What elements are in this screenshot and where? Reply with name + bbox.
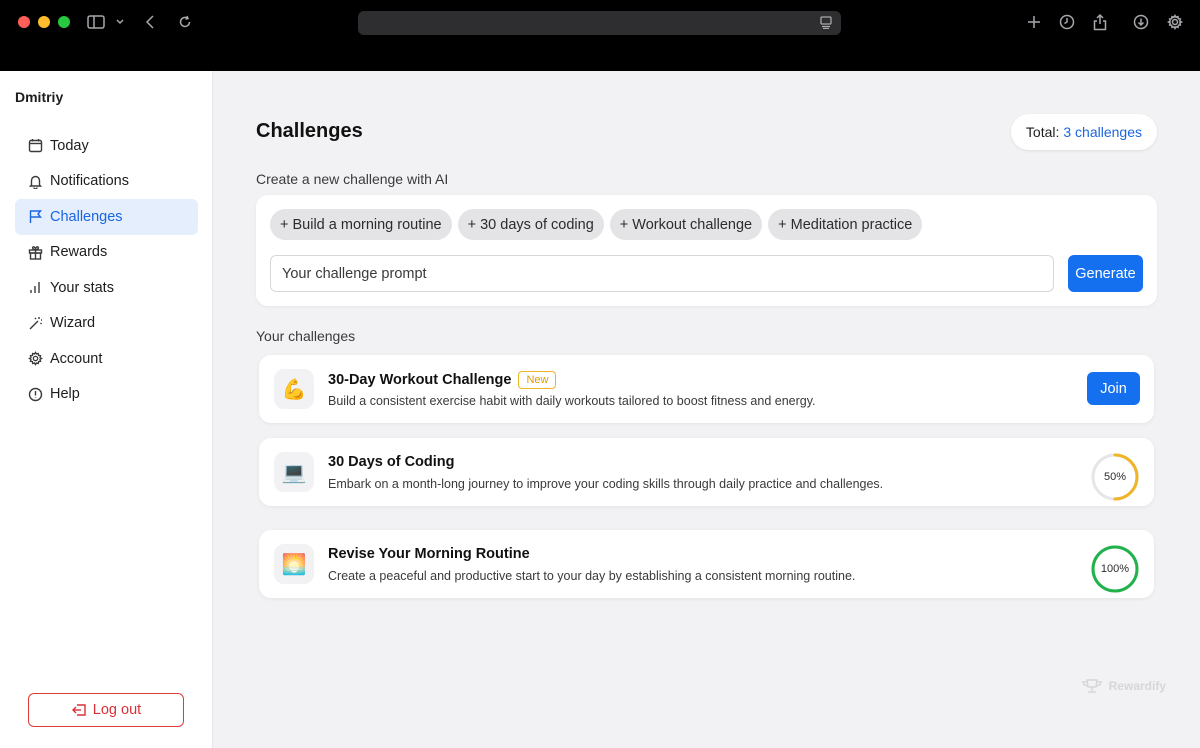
sidebar-item-wizard[interactable]: Wizard (15, 306, 198, 342)
brand-name: Rewardify (1108, 679, 1166, 693)
sidebar-item-account[interactable]: Account (15, 341, 198, 377)
challenge-title: 30-Day Workout Challenge New (328, 371, 557, 389)
browser-toolbar (0, 0, 1200, 71)
challenge-description: Build a consistent exercise habit with d… (328, 394, 816, 408)
sidebar-item-label: Challenges (50, 208, 123, 225)
suggestion-chip[interactable]: + Meditation practice (768, 209, 923, 240)
sidebar-item-notifications[interactable]: Notifications (15, 164, 198, 200)
flag-icon (27, 209, 43, 225)
logout-label: Log out (92, 702, 142, 718)
sidebar-item-help[interactable]: Help (15, 377, 198, 413)
challenge-card[interactable]: 💻 30 Days of Coding Embark on a month-lo… (259, 438, 1154, 506)
suggestion-chip[interactable]: + 30 days of coding (457, 209, 604, 240)
window-controls (18, 16, 70, 28)
join-button[interactable]: Join (1087, 372, 1140, 405)
username: Dmitriy (15, 89, 64, 105)
brand-watermark: Rewardify (1081, 678, 1166, 694)
progress-label: 50% (1103, 471, 1127, 483)
gift-icon (27, 244, 43, 260)
suggestion-chip[interactable]: + Workout challenge (609, 209, 763, 240)
gear-icon[interactable] (1165, 12, 1185, 32)
your-challenges-label: Your challenges (256, 328, 356, 344)
challenge-prompt-input[interactable] (270, 255, 1054, 292)
total-count: Total: 3 challenges (1010, 114, 1157, 150)
calendar-icon (27, 138, 43, 154)
suggestion-chip[interactable]: + Build a morning routine (270, 209, 452, 240)
challenge-description: Create a peaceful and productive start t… (328, 569, 856, 583)
reload-icon[interactable] (175, 12, 195, 32)
laptop-icon: 💻 (274, 452, 314, 492)
sidebar-item-today[interactable]: Today (15, 128, 198, 164)
bar-chart-icon (27, 280, 43, 296)
sidebar-toggle-icon[interactable] (86, 12, 106, 32)
sidebar-item-challenges[interactable]: Challenges (15, 199, 198, 235)
challenge-title: Revise Your Morning Routine (328, 546, 530, 562)
history-icon[interactable] (1057, 12, 1077, 32)
share-icon[interactable] (1090, 12, 1110, 32)
alert-circle-icon (27, 386, 43, 402)
sidebar-item-label: Notifications (50, 173, 129, 190)
close-window-button[interactable] (18, 16, 30, 28)
challenge-card[interactable]: 🌅 Revise Your Morning Routine Create a p… (259, 530, 1154, 598)
generate-button[interactable]: Generate (1068, 255, 1143, 292)
sunrise-icon: 🌅 (274, 544, 314, 584)
challenge-card[interactable]: 💪 30-Day Workout Challenge New Build a c… (259, 355, 1154, 423)
chevron-down-icon[interactable] (110, 12, 130, 32)
new-badge: New (518, 371, 557, 389)
sidebar-item-label: Account (50, 350, 103, 367)
main-content: Challenges Total: 3 challenges Create a … (213, 71, 1200, 748)
back-icon[interactable] (140, 12, 160, 32)
gear-icon (27, 351, 43, 367)
sidebar-item-label: Your stats (50, 279, 114, 296)
sidebar-item-label: Rewards (50, 244, 108, 261)
zoom-window-button[interactable] (58, 16, 70, 28)
reader-icon[interactable] (820, 16, 832, 34)
total-value[interactable]: 3 challenges (1063, 124, 1142, 140)
sidebar-item-label: Today (50, 137, 89, 154)
total-label: Total: (1025, 124, 1060, 140)
logout-button[interactable]: Log out (28, 693, 184, 727)
progress-label: 100% (1100, 563, 1130, 575)
ai-create-card: + Build a morning routine + 30 days of c… (256, 195, 1157, 306)
magic-wand-icon (27, 315, 43, 331)
create-section-label: Create a new challenge with AI (256, 171, 449, 187)
minimize-window-button[interactable] (38, 16, 50, 28)
sidebar-item-label: Wizard (50, 315, 96, 332)
flexed-biceps-icon: 💪 (274, 369, 314, 409)
suggestion-chips: + Build a morning routine + 30 days of c… (270, 209, 923, 240)
challenge-description: Embark on a month-long journey to improv… (328, 477, 884, 491)
logout-icon (71, 704, 86, 716)
bell-icon (27, 173, 43, 189)
plus-icon[interactable] (1024, 12, 1044, 32)
trophy-icon (1081, 679, 1102, 693)
download-icon[interactable] (1131, 12, 1151, 32)
sidebar-item-rewards[interactable]: Rewards (15, 235, 198, 271)
sidebar-item-label: Help (50, 386, 80, 403)
sidebar-item-your-stats[interactable]: Your stats (15, 270, 198, 306)
sidebar: Dmitriy Today Notifications Challenges R… (0, 71, 213, 748)
page-title: Challenges (256, 120, 363, 142)
address-bar[interactable] (358, 11, 841, 35)
sidebar-nav: Today Notifications Challenges Rewards Y… (15, 128, 198, 412)
challenge-title: 30 Days of Coding (328, 454, 455, 470)
challenge-title-text: 30-Day Workout Challenge (328, 372, 512, 388)
